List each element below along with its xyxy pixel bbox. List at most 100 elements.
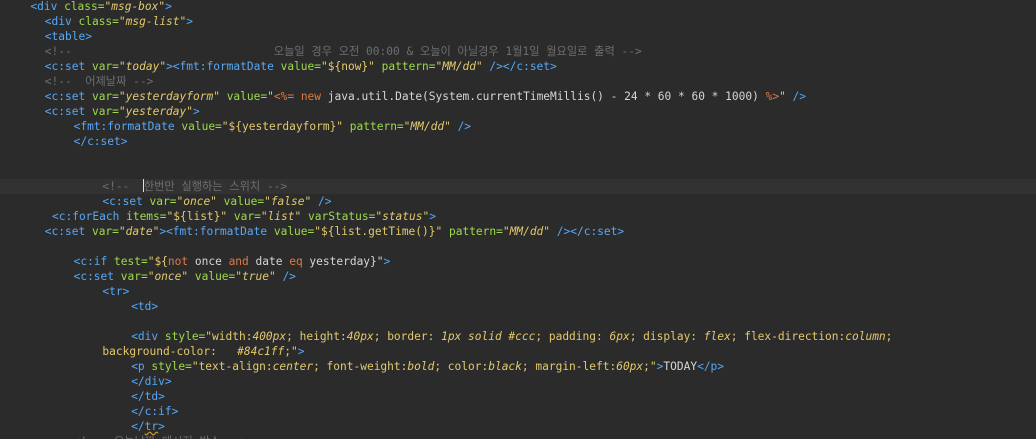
code-line[interactable]: <!-- 오늘날짜 메시지 박스 --> <box>0 434 1036 439</box>
code-token: ; <box>885 330 893 343</box>
code-token: new <box>300 90 328 103</box>
code-token: <c:set <box>73 270 121 283</box>
code-token: items= <box>126 210 167 223</box>
code-token: <%= <box>273 90 301 103</box>
code-token: <!-- 오늘일 경우 오전 00:00 & 오늘이 아닐경우 1월1일 월요일… <box>44 45 642 58</box>
code-token: var= <box>91 60 119 73</box>
code-token: <table> <box>44 30 92 43</box>
code-token: <!-- 어제날짜 --> <box>44 75 154 88</box>
code-token: <td> <box>131 300 159 313</box>
code-token: </p> <box>697 360 725 373</box>
code-line[interactable]: background-color: #84c1ff;"> <box>0 344 1036 359</box>
code-line[interactable] <box>0 164 1036 179</box>
code-token: /> <box>785 90 807 103</box>
code-token: 400px <box>252 330 287 343</box>
code-line[interactable]: <c:set var="date"><fmt:formatDate value=… <box>0 224 1036 239</box>
code-token: 한번만 실행하는 스위치 --> <box>143 180 288 193</box>
code-token: > <box>186 15 194 28</box>
code-line[interactable]: <c:forEach items="${list}" var="list" va… <box>0 209 1036 224</box>
code-line[interactable]: <!-- 한번만 실행하는 스위치 --> <box>0 179 1036 194</box>
code-token: /></c:set> <box>550 225 625 238</box>
code-token: " <box>267 90 274 103</box>
code-token: "MM/dd" <box>435 60 483 73</box>
code-line[interactable]: <div class="msg-list"> <box>0 14 1036 29</box>
code-line[interactable]: <div class="msg-box"> <box>0 0 1036 14</box>
code-token: "width: <box>205 330 253 343</box>
code-token: ; color: <box>434 360 489 373</box>
code-token: /> <box>311 195 332 208</box>
code-token: bold <box>407 360 435 373</box>
code-token: "true" <box>235 270 276 283</box>
code-token: once <box>194 255 229 268</box>
code-token: value= <box>216 195 265 208</box>
code-line[interactable]: </tr> <box>0 419 1036 434</box>
code-line[interactable]: <table> <box>0 29 1036 44</box>
code-token: "false" <box>264 195 312 208</box>
code-token: ; flex-direction: <box>730 330 846 343</box>
code-line[interactable]: <c:set var="today"><fmt:formatDate value… <box>0 59 1036 74</box>
code-line[interactable]: <!-- 어제날짜 --> <box>0 74 1036 89</box>
code-token: <div <box>30 0 65 13</box>
code-token: <c:if <box>73 255 115 268</box>
code-token: <p <box>131 360 152 373</box>
code-token: #84c1ff <box>237 345 285 358</box>
code-token: /> <box>450 120 472 133</box>
code-token: 6px <box>609 330 630 343</box>
code-line[interactable]: <td> <box>0 299 1036 314</box>
code-token: pattern= <box>442 225 503 238</box>
code-token: </c:set> <box>73 135 128 148</box>
code-token: value= <box>280 60 321 73</box>
code-token: > <box>429 210 436 223</box>
code-line[interactable]: <c:set var="once" value="false" /> <box>0 194 1036 209</box>
code-token: class= <box>78 15 119 28</box>
code-token: ; border: <box>373 330 442 343</box>
code-token: var= <box>91 90 119 103</box>
code-line[interactable]: </td> <box>0 389 1036 404</box>
code-token: "yesterdayform" <box>118 90 220 103</box>
code-line[interactable]: </c:set> <box>0 134 1036 149</box>
code-line[interactable] <box>0 239 1036 254</box>
code-line[interactable]: <c:set var="once" value="true" /> <box>0 269 1036 284</box>
code-token: TODAY <box>663 360 698 373</box>
code-line[interactable] <box>0 314 1036 329</box>
code-token: 60px <box>616 360 644 373</box>
code-token: > <box>297 345 305 358</box>
code-token: var= <box>91 105 119 118</box>
code-token: > <box>158 420 165 433</box>
code-token: "status" <box>375 210 430 223</box>
code-token: "MM/dd" <box>502 225 551 238</box>
code-token: value= <box>273 225 315 238</box>
code-line[interactable]: </c:if> <box>0 404 1036 419</box>
code-line[interactable]: <c:set var="yesterday"> <box>0 104 1036 119</box>
code-token: ;" <box>643 360 657 373</box>
code-token: <div <box>131 330 165 343</box>
code-token: ; display: <box>629 330 704 343</box>
code-token: 40px <box>346 330 374 343</box>
code-token: "${now}" <box>321 60 375 73</box>
code-token: "${yesterdayform}" <box>221 120 344 133</box>
code-token: </ <box>131 420 145 433</box>
code-line[interactable]: <!-- 오늘일 경우 오전 00:00 & 오늘이 아닐경우 1월1일 월요일… <box>0 44 1036 59</box>
code-token: yesterday}" <box>309 255 384 268</box>
code-line[interactable]: <tr> <box>0 284 1036 299</box>
code-line[interactable]: <p style="text-align:center; font-weight… <box>0 359 1036 374</box>
code-token: "list" <box>260 210 302 223</box>
code-token: value= <box>181 120 222 133</box>
code-token: style= <box>151 360 192 373</box>
code-token: </c:if> <box>131 405 179 418</box>
code-token: value= <box>188 270 236 283</box>
code-token: "msg-list" <box>118 15 187 28</box>
code-editor[interactable]: <div class="msg-box"> <div class="msg-lis… <box>0 0 1036 439</box>
code-line[interactable]: <c:set var="yesterdayform" value="<%= ne… <box>0 89 1036 104</box>
code-token: value= <box>219 90 268 103</box>
code-line[interactable]: <div style="width:400px; height:40px; bo… <box>0 329 1036 344</box>
code-token: <div <box>44 15 79 28</box>
code-line[interactable]: </div> <box>0 374 1036 389</box>
code-token: /> <box>275 270 296 283</box>
code-line[interactable]: <c:if test="${not once and date eq yeste… <box>0 254 1036 269</box>
code-token: "once" <box>147 270 189 283</box>
code-token: <!-- 오늘날짜 메시지 박스 --> <box>74 435 247 439</box>
code-line[interactable]: <fmt:formatDate value="${yesterdayform}"… <box>0 119 1036 134</box>
code-line[interactable] <box>0 149 1036 164</box>
code-token: and <box>228 255 256 268</box>
